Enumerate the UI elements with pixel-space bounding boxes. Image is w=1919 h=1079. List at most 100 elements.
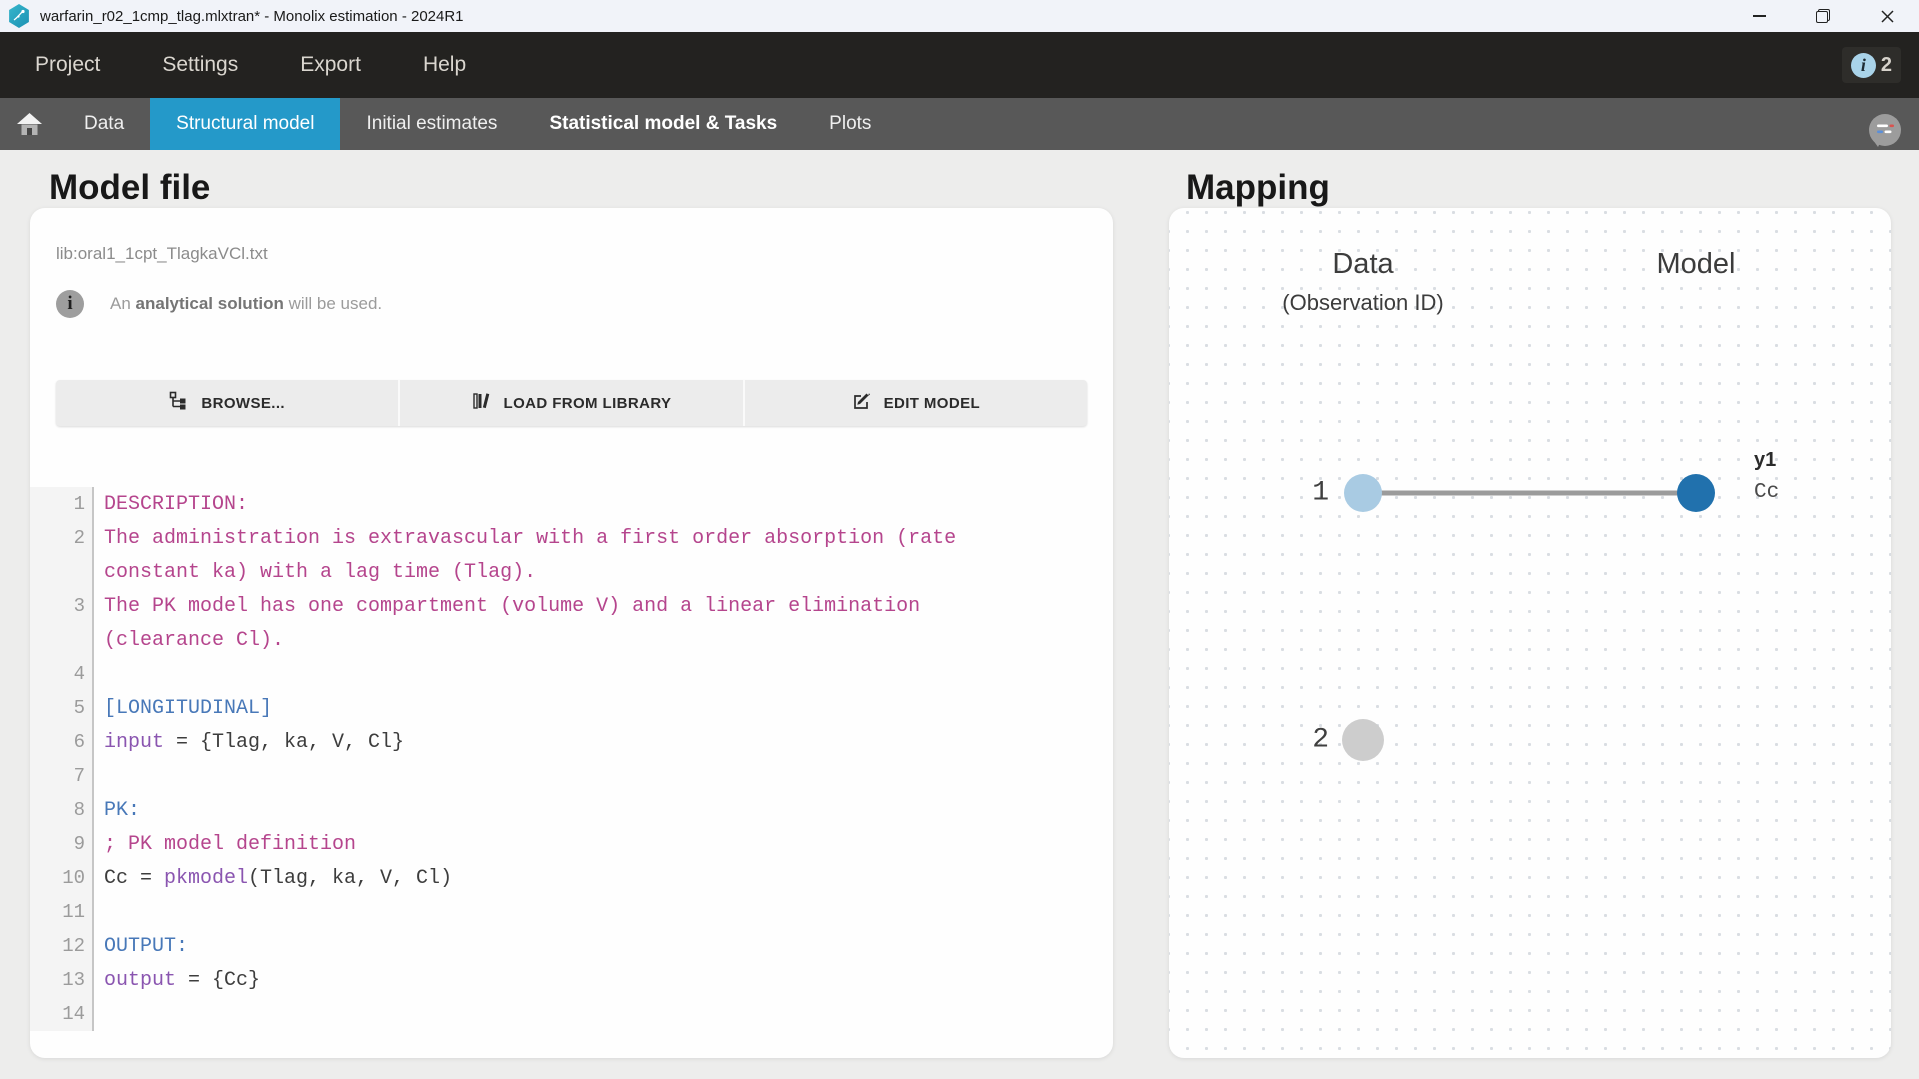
notifications-badge[interactable]: i 2 [1842,47,1901,83]
tab-bar: DataStructural modelInitial estimatesSta… [0,98,1919,150]
code-text: input = {Tlag, ka, V, Cl} [94,731,404,754]
mapping-heading: Mapping [1186,168,1330,208]
menu-item-export[interactable]: Export [300,53,361,77]
line-number [30,555,94,589]
tab-structural-model[interactable]: Structural model [150,98,340,150]
line-number: 5 [30,691,94,725]
menu-item-settings[interactable]: Settings [162,53,238,77]
code-line: 6input = {Tlag, ka, V, Cl} [30,725,1113,759]
model-code-editor: 1DESCRIPTION:2 The administration is extr… [30,487,1113,1031]
code-line: (clearance Cl). [30,623,1113,657]
mapping-connector-line [1363,491,1696,496]
info-circle-icon: i [56,290,84,318]
code-line: 5[LONGITUDINAL] [30,691,1113,725]
tab-plots[interactable]: Plots [803,98,897,150]
code-text: ; PK model definition [94,833,356,856]
tab-statistical-model-tasks[interactable]: Statistical model & Tasks [523,98,803,150]
menu-item-help[interactable]: Help [423,53,466,77]
code-text: (clearance Cl). [94,629,284,652]
edit-model-button[interactable]: EDIT MODEL [743,380,1087,426]
monolix-logo-icon [8,4,30,28]
model-observation-name: y1 [1754,449,1776,472]
line-number: 7 [30,759,94,793]
window-controls [1727,0,1919,32]
mapping-model-header: Model [1657,248,1736,281]
line-number: 14 [30,997,94,1031]
restore-button[interactable] [1791,0,1855,32]
code-token-default: (Tlag, ka, V, Cl) [248,867,452,890]
analytical-solution-note: i An analytical solution will be used. [56,290,382,318]
tab-initial-estimates[interactable]: Initial estimates [340,98,523,150]
code-token-comment: The PK model has one compartment (volume… [104,595,920,618]
menu-items: Project Settings Export Help [0,53,528,77]
code-text: OUTPUT: [94,935,188,958]
load-from-library-button[interactable]: LOAD FROM LIBRARY [398,380,742,426]
code-token-default: = {Tlag, ka, V, Cl} [164,731,404,754]
mapping-data-subheader: (Observation ID) [1282,290,1443,316]
code-line: 2 The administration is extravascular wit… [30,521,1113,555]
line-number [30,623,94,657]
code-line: 1DESCRIPTION: [30,487,1113,521]
feedback-chat-button[interactable] [1862,110,1906,154]
code-text: constant ka) with a lag time (Tlag). [94,561,536,584]
line-number: 12 [30,929,94,963]
edit-model-label: EDIT MODEL [884,395,981,412]
code-line: 13output = {Cc} [30,963,1113,997]
line-number: 9 [30,827,94,861]
code-line: 8PK: [30,793,1113,827]
observation-id-label: 1 [1269,478,1329,509]
code-token-comment: constant ka) with a lag time (Tlag). [104,561,536,584]
code-token-keyword: pkmodel [164,867,248,890]
menu-item-project[interactable]: Project [35,53,100,77]
code-line: 3 The PK model has one compartment (volum… [30,589,1113,623]
window-title: warfarin_r02_1cmp_tlag.mlxtran* - Monoli… [40,8,464,25]
close-icon [1881,10,1894,23]
code-token-comment: DESCRIPTION: [104,493,248,516]
code-line: 14 [30,997,1113,1031]
model-toolbar: BROWSE... LOAD FROM LIBRARY EDIT MODEL [56,380,1087,426]
code-token-comment: ; PK model definition [104,833,356,856]
code-text: The PK model has one compartment (volume… [94,595,920,618]
line-number: 8 [30,793,94,827]
code-line: 4 [30,657,1113,691]
browse-button[interactable]: BROWSE... [56,380,398,426]
minimize-button[interactable] [1727,0,1791,32]
info-icon: i [1851,53,1876,78]
code-token-keyword: output [104,969,176,992]
unmapped-node-circle[interactable] [1342,719,1384,761]
model-library-path: lib:oral1_1cpt_TlagkaVCl.txt [56,244,268,264]
line-number: 6 [30,725,94,759]
browse-label: BROWSE... [201,395,285,412]
library-icon [472,391,492,415]
line-number: 11 [30,895,94,929]
code-line: 10Cc = pkmodel(Tlag, ka, V, Cl) [30,861,1113,895]
code-text: The administration is extravascular with… [94,527,956,550]
note-text: An analytical solution will be used. [110,294,382,314]
window-titlebar: warfarin_r02_1cmp_tlag.mlxtran* - Monoli… [0,0,1919,32]
code-token-section: OUTPUT: [104,935,188,958]
chat-bubble-icon [1862,110,1906,154]
line-number: 2 [30,521,94,555]
line-number: 4 [30,657,94,691]
code-text: [LONGITUDINAL] [94,697,272,720]
minimize-icon [1753,15,1766,17]
code-line: 11 [30,895,1113,929]
menu-bar: Project Settings Export Help i 2 [0,32,1919,98]
close-button[interactable] [1855,0,1919,32]
folder-browse-icon [169,391,189,415]
code-token-comment: The administration is extravascular with… [104,527,956,550]
code-line: 7 [30,759,1113,793]
code-line: 12 OUTPUT: [30,929,1113,963]
tab-data[interactable]: Data [58,98,150,150]
mapping-data-header: Data [1332,248,1393,281]
load-from-library-label: LOAD FROM LIBRARY [504,395,672,412]
data-node-circle[interactable] [1344,474,1382,512]
code-text: DESCRIPTION: [94,493,248,516]
code-line: 9 ; PK model definition [30,827,1113,861]
line-number: 3 [30,589,94,623]
model-file-heading: Model file [49,168,210,208]
code-text: PK: [94,799,140,822]
model-node-circle[interactable] [1677,474,1715,512]
code-token-keyword: input [104,731,164,754]
tab-home[interactable] [0,98,58,150]
